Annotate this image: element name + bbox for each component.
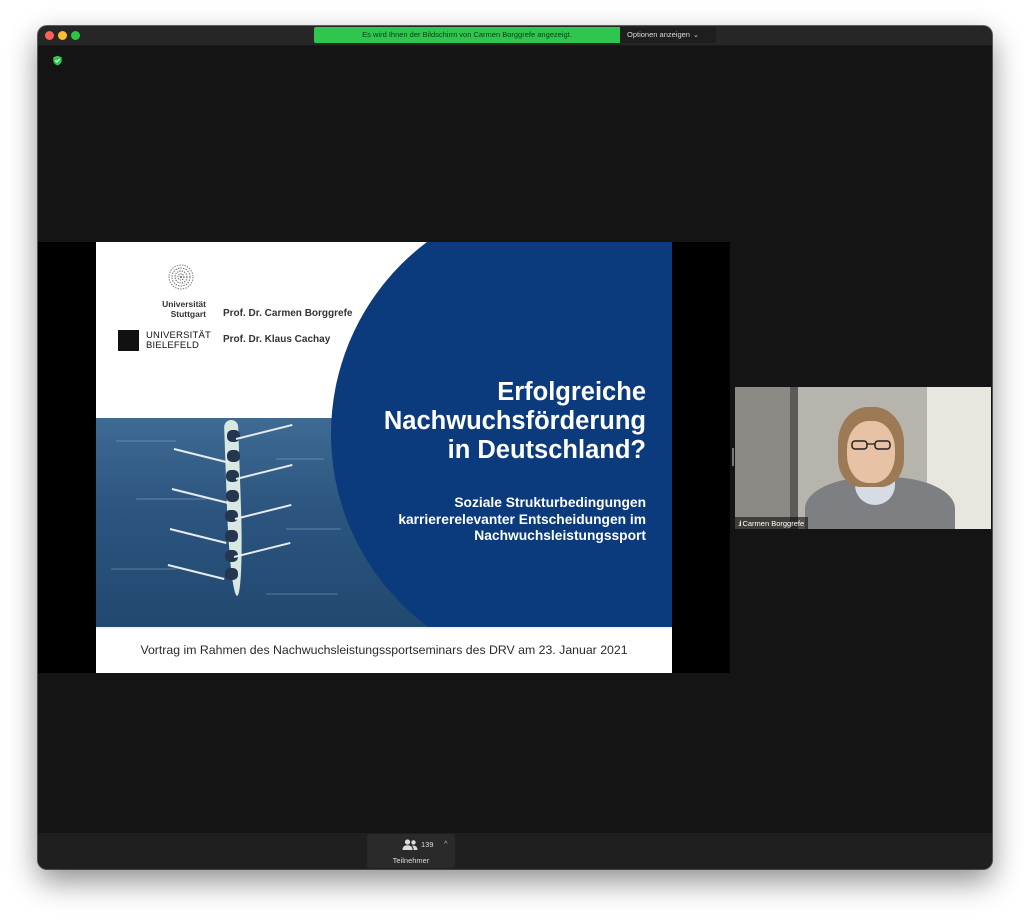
shared-screen: Universität Stuttgart UNIVERSITÄT BIELEF…: [38, 242, 730, 673]
slide-subtitle: Soziale Strukturbedingungen karriererele…: [398, 495, 646, 543]
presentation-slide: Universität Stuttgart UNIVERSITÄT BIELEF…: [96, 242, 672, 673]
chevron-up-icon[interactable]: ^: [444, 839, 448, 848]
view-options-label: Optionen anzeigen: [627, 30, 690, 39]
minimize-window-button[interactable]: [58, 31, 67, 40]
chevron-down-icon: ⌄: [692, 32, 699, 39]
zoom-window: Es wird Ihnen der Bildschirm von Carmen …: [38, 26, 992, 869]
view-options-button[interactable]: Optionen anzeigen ⌄: [620, 27, 716, 43]
participants-icon: [402, 839, 418, 850]
participant-name: Carmen Borggrefe: [742, 519, 805, 528]
participants-label: Teilnehmer: [392, 856, 430, 865]
screen-share-banner: Es wird Ihnen der Bildschirm von Carmen …: [314, 27, 620, 43]
university-bielefeld-label: UNIVERSITÄT BIELEFELD: [146, 330, 212, 351]
fullscreen-window-button[interactable]: [71, 31, 80, 40]
title-bar: Es wird Ihnen der Bildschirm von Carmen …: [38, 26, 992, 46]
slide-title: Erfolgreiche Nachwuchsförderung in Deuts…: [383, 378, 646, 464]
slide-footer: Vortrag im Rahmen des Nachwuchsleistungs…: [96, 627, 672, 673]
participants-count: 139: [421, 840, 434, 849]
university-stuttgart-label: Universität Stuttgart: [162, 299, 206, 319]
participant-video[interactable]: .ıl Carmen Borggrefe: [735, 387, 991, 529]
glasses-icon: [851, 440, 891, 450]
close-window-button[interactable]: [45, 31, 54, 40]
author-1: Prof. Dr. Carmen Borggrefe: [223, 308, 353, 319]
slide-footer-text: Vortrag im Rahmen des Nachwuchsleistungs…: [140, 643, 628, 657]
author-2: Prof. Dr. Klaus Cachay: [223, 334, 331, 345]
participant-name-label: .ıl Carmen Borggrefe: [735, 517, 809, 529]
splitter-handle[interactable]: [732, 448, 734, 466]
security-shield-icon[interactable]: [52, 55, 63, 66]
signal-bars-icon: .ıl: [738, 521, 742, 528]
university-bielefeld-logo-icon: [118, 330, 139, 351]
meeting-toolbar: 139 ^ Teilnehmer: [38, 833, 992, 869]
university-stuttgart-logo-icon: [168, 264, 194, 290]
participants-button[interactable]: 139 ^ Teilnehmer: [367, 834, 455, 868]
